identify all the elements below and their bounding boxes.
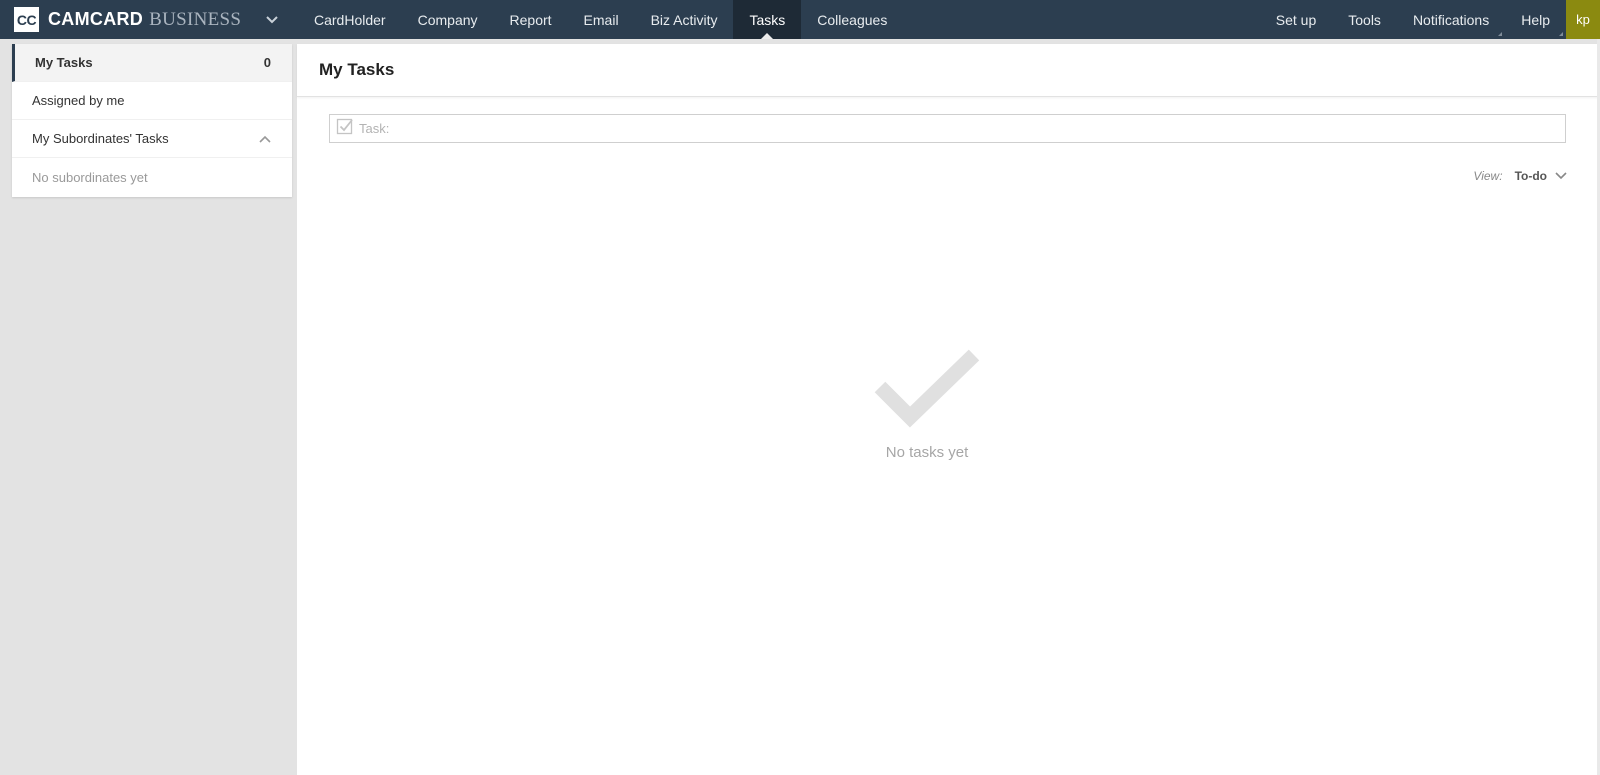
sidebar-item-label: My Subordinates' Tasks (32, 131, 169, 146)
empty-state-text: No tasks yet (885, 444, 969, 461)
nav-item-company[interactable]: Company (402, 0, 494, 39)
nav-item-tools[interactable]: Tools (1332, 0, 1397, 39)
empty-state: No tasks yet (842, 349, 1012, 461)
brand-menu[interactable]: CC CAMCARD BUSINESS (0, 0, 298, 39)
sidebar-item-label: My Tasks (35, 55, 93, 70)
avatar[interactable]: kp (1566, 0, 1600, 39)
nav-item-biz-activity[interactable]: Biz Activity (635, 0, 734, 39)
sidebar-item-label: Assigned by me (32, 93, 125, 108)
dropdown-corner-icon (1498, 32, 1503, 36)
task-input-box (329, 114, 1566, 143)
nav-item-help-label: Help (1521, 11, 1550, 28)
view-value: To-do (1514, 169, 1547, 183)
nav-item-help[interactable]: Help (1505, 0, 1566, 39)
view-label: View: (1473, 169, 1503, 183)
page-header: My Tasks (297, 44, 1600, 97)
nav-item-set-up[interactable]: Set up (1260, 0, 1332, 39)
nav-item-cardholder[interactable]: CardHolder (298, 0, 402, 39)
nav-item-set-up-label: Set up (1275, 11, 1317, 28)
brand-suffix: BUSINESS (149, 8, 242, 30)
brand-logo: CC (14, 7, 39, 32)
nav-item-report[interactable]: Report (494, 0, 568, 39)
nav-item-notifications-label: Notifications (1412, 11, 1490, 28)
chevron-down-icon[interactable] (265, 13, 279, 27)
nav-item-tools-label: Tools (1348, 11, 1381, 28)
view-selector[interactable]: View: To-do (1473, 167, 1567, 185)
nav-item-colleagues[interactable]: Colleagues (801, 0, 903, 39)
sidebar-item-subordinates-tasks[interactable]: My Subordinates' Tasks (12, 120, 292, 158)
no-subordinates-text: No subordinates yet (32, 169, 148, 185)
task-count: 0 (263, 55, 271, 70)
checkbox-icon (336, 117, 354, 140)
dropdown-corner-icon (1559, 32, 1563, 36)
brand-name: CAMCARD (48, 9, 144, 29)
main-panel: My Tasks View: To-do No tasks yet (297, 44, 1600, 775)
chevron-down-icon (1555, 167, 1567, 185)
nav-item-tasks[interactable]: Tasks (733, 0, 802, 39)
utility-nav: Set up Tools Notifications Help kp (1260, 0, 1600, 39)
chevron-up-icon[interactable] (259, 133, 271, 145)
task-input[interactable] (359, 115, 1565, 142)
checkmark-icon (872, 349, 982, 434)
nav-item-email[interactable]: Email (568, 0, 635, 39)
sidebar-item-my-tasks[interactable]: My Tasks 0 (12, 44, 292, 82)
task-sidebar: My Tasks 0 Assigned by me My Subordinate… (12, 44, 292, 197)
main-nav: CardHolder Company Report Email Biz Acti… (298, 0, 903, 39)
nav-item-notifications[interactable]: Notifications (1397, 0, 1505, 39)
top-navigation-bar: CC CAMCARD BUSINESS CardHolder Company R… (0, 0, 1600, 39)
sidebar-item-assigned-by-me[interactable]: Assigned by me (12, 82, 292, 120)
page-title: My Tasks (319, 60, 395, 79)
